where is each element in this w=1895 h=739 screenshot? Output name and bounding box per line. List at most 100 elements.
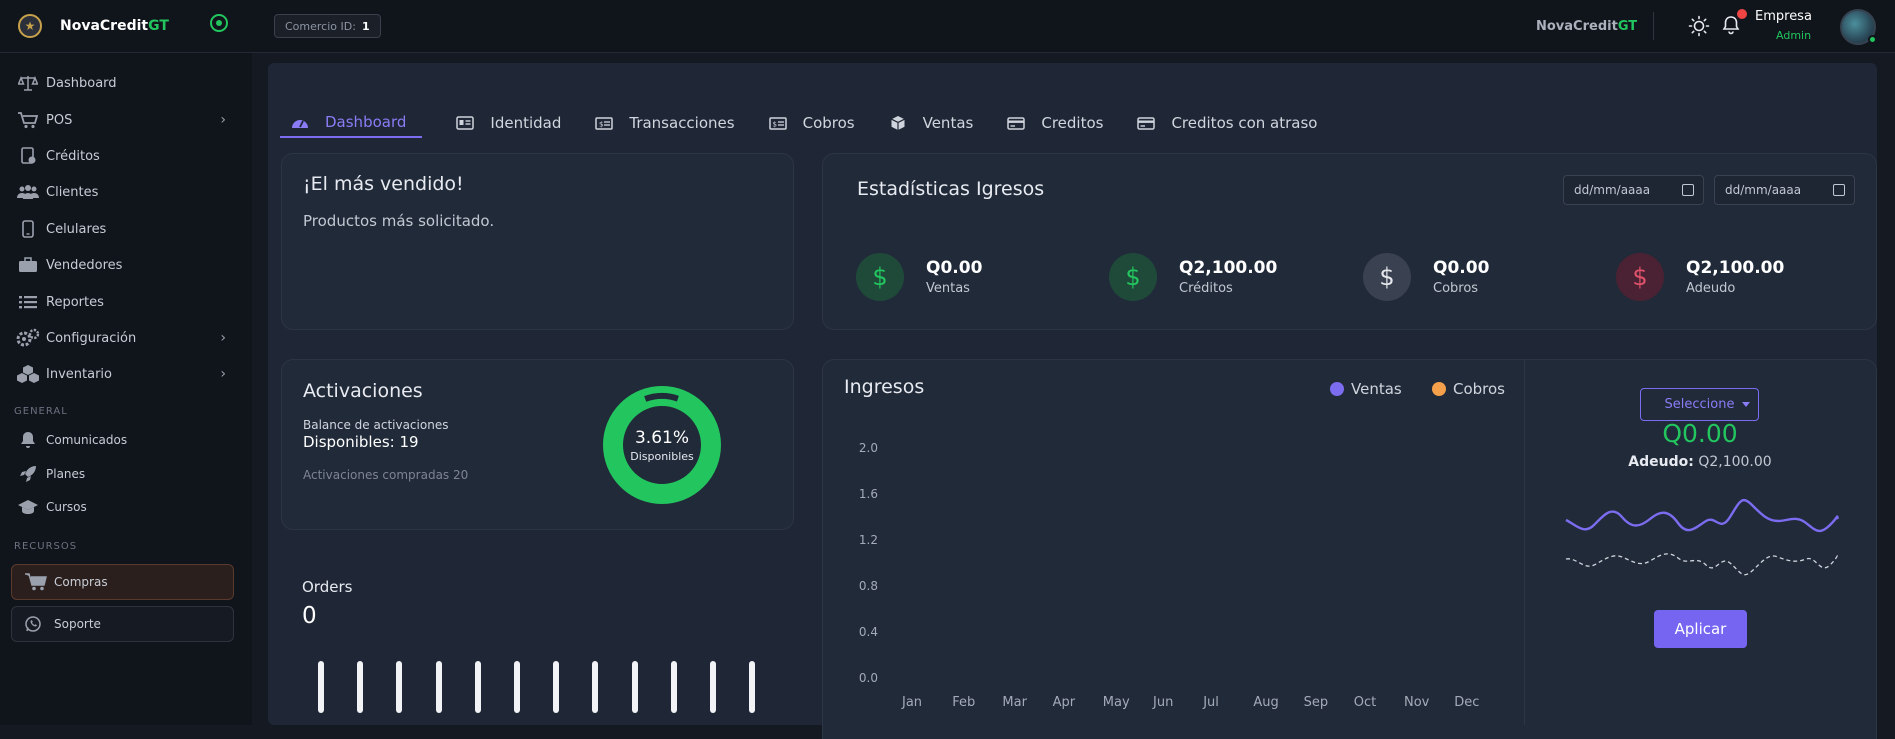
- sidebar-item-dashboard[interactable]: Dashboard: [16, 71, 236, 95]
- select-value: Seleccione: [1664, 397, 1735, 412]
- tab-ventas[interactable]: Ventas: [888, 108, 974, 138]
- cash-icon: $: [768, 115, 788, 131]
- sidebar-item-inventario[interactable]: Inventario ›: [16, 362, 236, 386]
- tab-identidad[interactable]: Identidad: [455, 108, 561, 138]
- side-adeudo: Adeudo: Q2,100.00: [1610, 454, 1790, 470]
- theme-toggle-sun-icon[interactable]: [1688, 15, 1710, 37]
- tab-cobros[interactable]: $ Cobros: [768, 108, 855, 138]
- y-tick-label: 0.8: [858, 579, 878, 593]
- sparkline-decoration: [1565, 498, 1840, 576]
- sidebar-item-celulares[interactable]: Celulares: [16, 217, 236, 241]
- apply-button[interactable]: Aplicar: [1654, 610, 1747, 648]
- section-general-label: GENERAL: [14, 406, 68, 417]
- ingresos-divider: [1524, 360, 1525, 725]
- sidebar-item-label: Comunicados: [46, 433, 128, 447]
- y-tick-label: 2.0: [858, 441, 878, 455]
- sidebar-item-label: Vendedores: [46, 257, 123, 273]
- date-from-input[interactable]: dd/mm/aaaa: [1563, 175, 1704, 205]
- best-seller-title: ¡El más vendido!: [303, 173, 464, 195]
- money-bill-icon: $: [594, 115, 614, 131]
- activations-purchased: Activaciones compradas 20: [303, 468, 469, 482]
- calendar-icon[interactable]: [1833, 184, 1845, 196]
- orders-bar: [749, 661, 756, 713]
- orders-bar: [514, 661, 520, 713]
- stat-label: Créditos: [1179, 281, 1233, 296]
- stat-value: Q2,100.00: [1686, 258, 1785, 278]
- sidebar-item-configuracion[interactable]: Configuración ›: [16, 326, 236, 350]
- stat-adeudo: $ Q2,100.00 Adeudo: [1616, 253, 1784, 301]
- x-tick-label: Nov: [1404, 695, 1430, 710]
- y-tick-label: 0.0: [858, 671, 878, 685]
- brand[interactable]: ★ NovaCreditGT: [18, 14, 169, 38]
- orders-title: Orders: [302, 578, 353, 596]
- sidebar-item-clientes[interactable]: Clientes: [16, 180, 236, 204]
- orders-bar: [592, 661, 599, 713]
- sidebar-item-pos[interactable]: POS ›: [16, 108, 236, 132]
- stat-label: Adeudo: [1686, 281, 1736, 296]
- sidebar-item-vendedores[interactable]: Vendedores: [16, 253, 236, 277]
- orders-value: 0: [302, 603, 317, 629]
- stat-cobros: $ Q0.00 Cobros: [1363, 253, 1489, 301]
- x-tick-label: Mar: [1002, 695, 1027, 710]
- tab-transacciones[interactable]: $ Transacciones: [594, 108, 735, 138]
- sidebar-toggle-icon[interactable]: [210, 14, 228, 32]
- tab-label: Ventas: [922, 114, 974, 132]
- tab-label: Cobros: [802, 114, 855, 132]
- best-seller-subtitle: Productos más solicitado.: [303, 212, 495, 230]
- x-tick-label: Jan: [902, 695, 923, 710]
- tab-dashboard[interactable]: Dashboard: [280, 108, 423, 138]
- tab-creditos[interactable]: Creditos: [1006, 108, 1103, 138]
- sidebar-item-cursos[interactable]: Cursos: [16, 495, 236, 519]
- sidebar-item-creditos[interactable]: Créditos: [16, 144, 236, 168]
- chevron-right-icon: ›: [220, 366, 226, 382]
- sidebar-item-comunicados[interactable]: Comunicados: [16, 428, 236, 452]
- dollar-icon: $: [1109, 253, 1157, 301]
- sidebar-item-label: Inventario: [46, 366, 112, 382]
- stat-value: Q0.00: [1433, 258, 1490, 278]
- tab-label: Identidad: [490, 114, 562, 132]
- side-amount: Q0.00: [1662, 419, 1738, 448]
- activations-title: Activaciones: [303, 380, 423, 402]
- tab-label: Creditos con atraso: [1171, 114, 1318, 132]
- user-role: Admin: [1776, 29, 1812, 42]
- whatsapp-icon: [24, 615, 48, 633]
- tab-label: Dashboard: [325, 113, 407, 131]
- orders-bar: [357, 661, 364, 713]
- y-tick-label: 1.2: [858, 533, 878, 547]
- x-tick-label: Oct: [1353, 695, 1377, 710]
- top-brand-name: NovaCreditGT: [1536, 19, 1638, 34]
- id-card-icon: [455, 115, 475, 131]
- income-stats-title: Estadísticas Igresos: [857, 178, 1045, 200]
- phone-icon: [16, 219, 40, 239]
- gauge-icon: [290, 114, 310, 130]
- sidebar-item-planes[interactable]: Planes: [16, 462, 236, 486]
- user-name[interactable]: Empresa: [1755, 9, 1812, 24]
- compras-button[interactable]: Compras: [11, 564, 234, 600]
- soporte-button[interactable]: Soporte: [11, 606, 234, 642]
- date-to-input[interactable]: dd/mm/aaaa: [1714, 175, 1855, 205]
- legend-cobros[interactable]: Cobros: [1432, 380, 1505, 398]
- tab-creditos-con-atraso[interactable]: Creditos con atraso: [1136, 108, 1317, 138]
- credit-doc-icon: [16, 146, 40, 166]
- legend-dot: [1330, 382, 1344, 396]
- stat-ventas: $ Q0.00 Ventas: [856, 253, 982, 301]
- dollar-icon: $: [1616, 253, 1664, 301]
- top-divider: [1653, 12, 1654, 40]
- sparkline-dashed-line: [1565, 553, 1839, 576]
- online-status-dot: [1868, 35, 1877, 44]
- stat-value: Q0.00: [926, 258, 983, 278]
- donut-percent: 3.61%: [634, 428, 689, 448]
- dollar-icon: $: [1363, 253, 1411, 301]
- legend-ventas[interactable]: Ventas: [1330, 380, 1402, 398]
- x-tick-label: Apr: [1052, 695, 1076, 710]
- calendar-icon[interactable]: [1682, 184, 1694, 196]
- compras-label: Compras: [54, 575, 108, 589]
- activations-balance-label: Balance de activaciones: [303, 418, 449, 432]
- sidebar-item-reportes[interactable]: Reportes: [16, 290, 236, 314]
- briefcase-icon: [16, 255, 40, 275]
- sidebar-item-label: Cursos: [46, 500, 87, 514]
- period-select[interactable]: Seleccione: [1640, 388, 1759, 421]
- soporte-label: Soporte: [54, 617, 101, 631]
- cart-icon: [24, 573, 48, 591]
- credit-card-icon: [1006, 115, 1026, 131]
